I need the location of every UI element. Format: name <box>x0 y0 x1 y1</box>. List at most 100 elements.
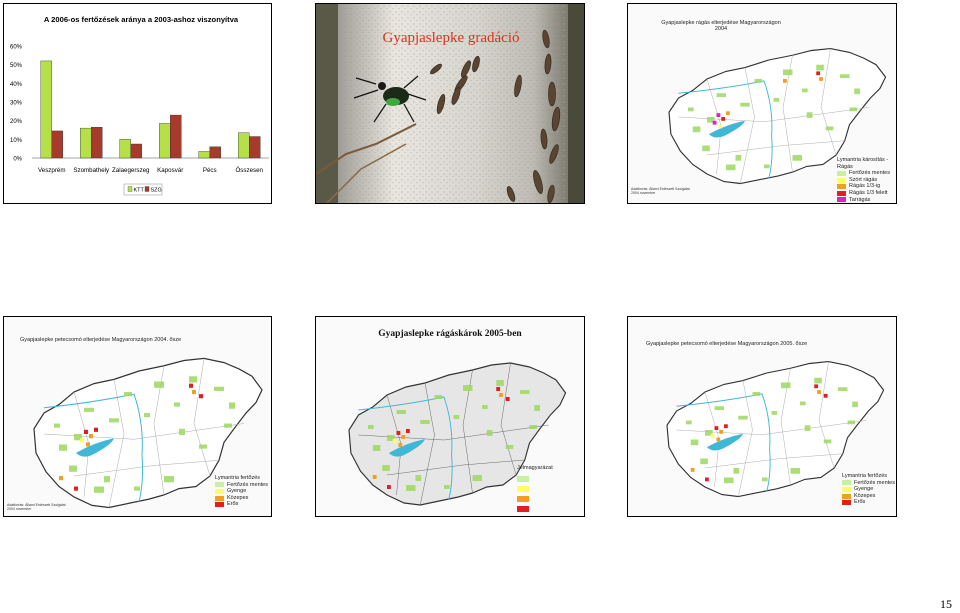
bar-ktt <box>119 139 131 159</box>
forest-patch <box>54 423 60 428</box>
map-title: Gyapjaslepke petecsomó elterjedése Magya… <box>20 337 182 343</box>
forest-patch <box>714 406 724 411</box>
forest-patch <box>816 64 824 71</box>
infection-spot <box>716 437 721 442</box>
forest-patch <box>690 439 699 446</box>
forest-patch <box>368 425 374 429</box>
forest-patch <box>781 382 791 389</box>
legend-title: Lymantria fertőzés <box>215 475 261 481</box>
legend-label: Fertőzés mentes <box>854 479 895 486</box>
legend-item: Fertőzés mentes <box>842 480 895 487</box>
infection-spot <box>705 477 709 482</box>
bar-szg <box>91 126 103 159</box>
forest-patch <box>800 401 806 406</box>
forest-patch <box>434 395 443 399</box>
defoliation-map-2004-panel: Gyapjaslepke rágás elterjedése Magyarors… <box>627 3 897 204</box>
infection-spot <box>387 485 391 489</box>
y-tick-label: 60% <box>10 45 23 51</box>
legend-label: Fertőzés mentes <box>227 481 268 488</box>
legend-swatch <box>517 495 529 502</box>
forest-patch <box>372 445 381 451</box>
infection-spot <box>505 397 510 401</box>
bar-ktt <box>159 123 171 159</box>
chart-bars <box>40 60 261 159</box>
forest-patch <box>520 390 530 394</box>
map-title: Gyapjaslepke rágáskárok 2005-ben <box>378 329 522 339</box>
infection-spot <box>189 383 193 388</box>
forest-patch <box>700 458 708 465</box>
forest-patch <box>735 155 742 161</box>
infection-spot <box>726 111 730 116</box>
legend-label: Rágás 1/3-ig <box>849 183 881 190</box>
legend-item: Rágás 1/3-ig <box>837 183 896 190</box>
map-title-line2: 2004 <box>714 26 728 32</box>
legend-swatch <box>517 485 529 492</box>
infection-spot <box>59 476 63 481</box>
infection-ratio-chart-panel: A 2006-os fertőzések aránya a 2003-ashoz… <box>3 3 272 204</box>
y-tick-label: 30% <box>10 101 23 107</box>
forest-patch <box>764 164 770 169</box>
legend-swatch <box>842 480 851 486</box>
forest-patch <box>505 445 514 449</box>
forest-patch <box>823 439 832 444</box>
legend-swatch <box>837 184 846 190</box>
forest-patch <box>752 392 761 396</box>
legend-label: Gyenge <box>227 488 247 495</box>
legend-item: Erős <box>842 499 895 506</box>
forest-patch <box>733 468 740 474</box>
infection-spot <box>406 429 410 433</box>
legend-item <box>517 505 553 512</box>
forest-patch <box>792 155 802 161</box>
defoliation-damage-map-2005-panel: Gyapjaslepke rágáskárok 2005-ben Jelmagy… <box>315 316 585 517</box>
infection-spot <box>817 390 821 394</box>
forest-patch <box>738 415 748 420</box>
forest-patch <box>453 415 460 419</box>
map-title: Gyapjaslepke petecsomó elterjedése Magya… <box>646 341 808 347</box>
forest-patch <box>229 402 235 409</box>
infection-spot <box>712 120 717 125</box>
infection-spot <box>816 71 821 76</box>
infection-spot <box>74 486 78 491</box>
forest-patch <box>534 405 540 411</box>
forest-patch <box>840 74 850 79</box>
forest-patch <box>702 145 710 152</box>
infection-spot <box>721 117 726 121</box>
chart-legend: KTT SZG <box>123 183 163 196</box>
forest-patch <box>109 418 119 423</box>
forest-patch <box>84 407 94 412</box>
x-tick-label: Veszprém <box>38 167 66 174</box>
legend-label: Közepes <box>854 492 876 499</box>
source-date: 2004 november <box>631 191 656 195</box>
map-legend: Lymantria károsítás - Rágás Fertőzés men… <box>837 157 896 203</box>
x-tick-label: Szombathely <box>73 167 110 174</box>
x-tick-label: Kaposvár <box>157 167 183 174</box>
legend-item <box>517 495 553 502</box>
legend-swatch <box>127 186 133 192</box>
legend-label: Közepes <box>227 494 249 501</box>
forest-patch <box>69 465 77 472</box>
bar-ktt <box>80 127 92 159</box>
forest-patch <box>199 444 207 449</box>
legend-swatch <box>842 493 851 499</box>
forest-patch <box>529 425 538 429</box>
gypsy-moth-photo-panel: Gyapjaslepke gradáció <box>315 3 585 204</box>
bar-ktt <box>198 151 210 159</box>
source-date: 2004 november <box>7 507 32 511</box>
infection-ratio-chart: A 2006-os fertőzések aránya a 2003-ashoz… <box>10 15 269 196</box>
x-tick-label: Zalaegerszeg <box>112 167 150 174</box>
forest-patch <box>486 430 493 436</box>
infection-spot <box>396 431 401 435</box>
forest-patch <box>716 93 726 98</box>
egg-mass-map-2005-panel: Gyapjaslepke petecsomó elterjedése Magya… <box>627 316 897 517</box>
forest-patch <box>104 476 110 483</box>
infection-spot <box>819 77 823 81</box>
map-legend: Jelmagyarázat <box>517 465 553 516</box>
infection-spot <box>719 430 724 434</box>
y-tick-label: 10% <box>10 138 23 144</box>
legend-swatch <box>842 486 851 492</box>
forest-patch <box>124 392 132 397</box>
legend-swatch <box>215 488 224 494</box>
legend-item: Közepes <box>842 493 895 500</box>
forest-patch <box>724 477 734 484</box>
legend-item <box>517 475 553 482</box>
